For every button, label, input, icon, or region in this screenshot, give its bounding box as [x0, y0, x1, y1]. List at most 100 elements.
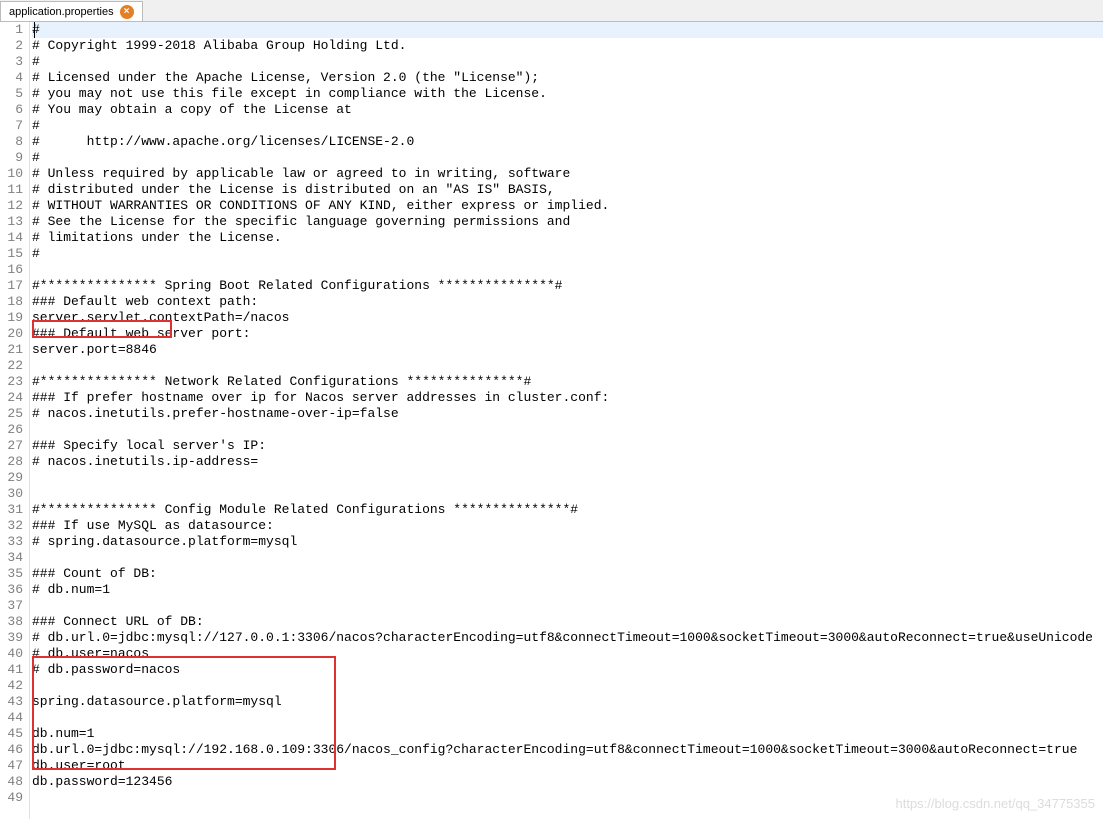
code-line[interactable]: ### Connect URL of DB:: [32, 614, 1103, 630]
code-line[interactable]: #: [32, 118, 1103, 134]
tab-title: application.properties: [9, 6, 114, 18]
code-line[interactable]: [32, 598, 1103, 614]
line-number: 48: [0, 774, 23, 790]
code-content[interactable]: ## Copyright 1999-2018 Alibaba Group Hol…: [30, 22, 1103, 819]
code-line[interactable]: #*************** Spring Boot Related Con…: [32, 278, 1103, 294]
line-number: 24: [0, 390, 23, 406]
line-number: 17: [0, 278, 23, 294]
line-number: 22: [0, 358, 23, 374]
code-line[interactable]: #: [32, 246, 1103, 262]
line-number: 40: [0, 646, 23, 662]
file-tab[interactable]: application.properties ×: [0, 1, 143, 21]
tab-bar: application.properties ×: [0, 0, 1103, 22]
code-line[interactable]: # nacos.inetutils.prefer-hostname-over-i…: [32, 406, 1103, 422]
code-line[interactable]: # distributed under the License is distr…: [32, 182, 1103, 198]
line-number: 44: [0, 710, 23, 726]
line-number: 37: [0, 598, 23, 614]
code-line[interactable]: # Licensed under the Apache License, Ver…: [32, 70, 1103, 86]
code-line[interactable]: #*************** Network Related Configu…: [32, 374, 1103, 390]
code-line[interactable]: #: [32, 54, 1103, 70]
code-line[interactable]: #: [32, 22, 1103, 38]
line-number: 4: [0, 70, 23, 86]
line-number: 20: [0, 326, 23, 342]
line-number: 9: [0, 150, 23, 166]
code-line[interactable]: [32, 550, 1103, 566]
code-line[interactable]: spring.datasource.platform=mysql: [32, 694, 1103, 710]
code-line[interactable]: ### Default web context path:: [32, 294, 1103, 310]
code-line[interactable]: # See the License for the specific langu…: [32, 214, 1103, 230]
line-number: 11: [0, 182, 23, 198]
line-number: 26: [0, 422, 23, 438]
code-line[interactable]: [32, 358, 1103, 374]
line-number: 29: [0, 470, 23, 486]
line-number: 31: [0, 502, 23, 518]
line-number: 45: [0, 726, 23, 742]
code-line[interactable]: [32, 470, 1103, 486]
code-line[interactable]: # db.password=nacos: [32, 662, 1103, 678]
line-number: 14: [0, 230, 23, 246]
code-line[interactable]: db.user=root: [32, 758, 1103, 774]
line-number: 35: [0, 566, 23, 582]
code-line[interactable]: ### Default web server port:: [32, 326, 1103, 342]
line-number: 1: [0, 22, 23, 38]
line-number: 32: [0, 518, 23, 534]
close-icon[interactable]: ×: [120, 5, 134, 19]
code-line[interactable]: server.port=8846: [32, 342, 1103, 358]
line-number: 5: [0, 86, 23, 102]
code-line[interactable]: # spring.datasource.platform=mysql: [32, 534, 1103, 550]
code-line[interactable]: # You may obtain a copy of the License a…: [32, 102, 1103, 118]
code-line[interactable]: # you may not use this file except in co…: [32, 86, 1103, 102]
line-number: 38: [0, 614, 23, 630]
code-line[interactable]: db.url.0=jdbc:mysql://192.168.0.109:3306…: [32, 742, 1103, 758]
code-line[interactable]: # Unless required by applicable law or a…: [32, 166, 1103, 182]
code-line[interactable]: db.password=123456: [32, 774, 1103, 790]
line-number: 41: [0, 662, 23, 678]
line-number: 28: [0, 454, 23, 470]
line-number: 27: [0, 438, 23, 454]
line-number: 46: [0, 742, 23, 758]
code-line[interactable]: # limitations under the License.: [32, 230, 1103, 246]
line-number-gutter: 1234567891011121314151617181920212223242…: [0, 22, 30, 819]
code-line[interactable]: [32, 486, 1103, 502]
line-number: 12: [0, 198, 23, 214]
code-line[interactable]: # nacos.inetutils.ip-address=: [32, 454, 1103, 470]
code-line[interactable]: # db.user=nacos: [32, 646, 1103, 662]
line-number: 49: [0, 790, 23, 806]
text-caret: [34, 22, 35, 38]
code-line[interactable]: ### If use MySQL as datasource:: [32, 518, 1103, 534]
line-number: 15: [0, 246, 23, 262]
code-line[interactable]: [32, 678, 1103, 694]
line-number: 42: [0, 678, 23, 694]
line-number: 10: [0, 166, 23, 182]
code-line[interactable]: # http://www.apache.org/licenses/LICENSE…: [32, 134, 1103, 150]
line-number: 16: [0, 262, 23, 278]
code-line[interactable]: #*************** Config Module Related C…: [32, 502, 1103, 518]
line-number: 25: [0, 406, 23, 422]
line-number: 34: [0, 550, 23, 566]
code-line[interactable]: # db.num=1: [32, 582, 1103, 598]
code-line[interactable]: # Copyright 1999-2018 Alibaba Group Hold…: [32, 38, 1103, 54]
code-line[interactable]: # WITHOUT WARRANTIES OR CONDITIONS OF AN…: [32, 198, 1103, 214]
line-number: 8: [0, 134, 23, 150]
line-number: 2: [0, 38, 23, 54]
line-number: 33: [0, 534, 23, 550]
watermark-text: https://blog.csdn.net/qq_34775355: [896, 796, 1096, 811]
line-number: 23: [0, 374, 23, 390]
line-number: 43: [0, 694, 23, 710]
code-editor[interactable]: 1234567891011121314151617181920212223242…: [0, 22, 1103, 819]
code-line[interactable]: ### Specify local server's IP:: [32, 438, 1103, 454]
code-line[interactable]: [32, 710, 1103, 726]
line-number: 18: [0, 294, 23, 310]
line-number: 7: [0, 118, 23, 134]
code-line[interactable]: [32, 262, 1103, 278]
code-line[interactable]: ### Count of DB:: [32, 566, 1103, 582]
code-line[interactable]: db.num=1: [32, 726, 1103, 742]
line-number: 21: [0, 342, 23, 358]
code-line[interactable]: ### If prefer hostname over ip for Nacos…: [32, 390, 1103, 406]
code-line[interactable]: #: [32, 150, 1103, 166]
code-line[interactable]: [32, 422, 1103, 438]
code-line[interactable]: server.servlet.contextPath=/nacos: [32, 310, 1103, 326]
line-number: 47: [0, 758, 23, 774]
line-number: 6: [0, 102, 23, 118]
code-line[interactable]: # db.url.0=jdbc:mysql://127.0.0.1:3306/n…: [32, 630, 1103, 646]
